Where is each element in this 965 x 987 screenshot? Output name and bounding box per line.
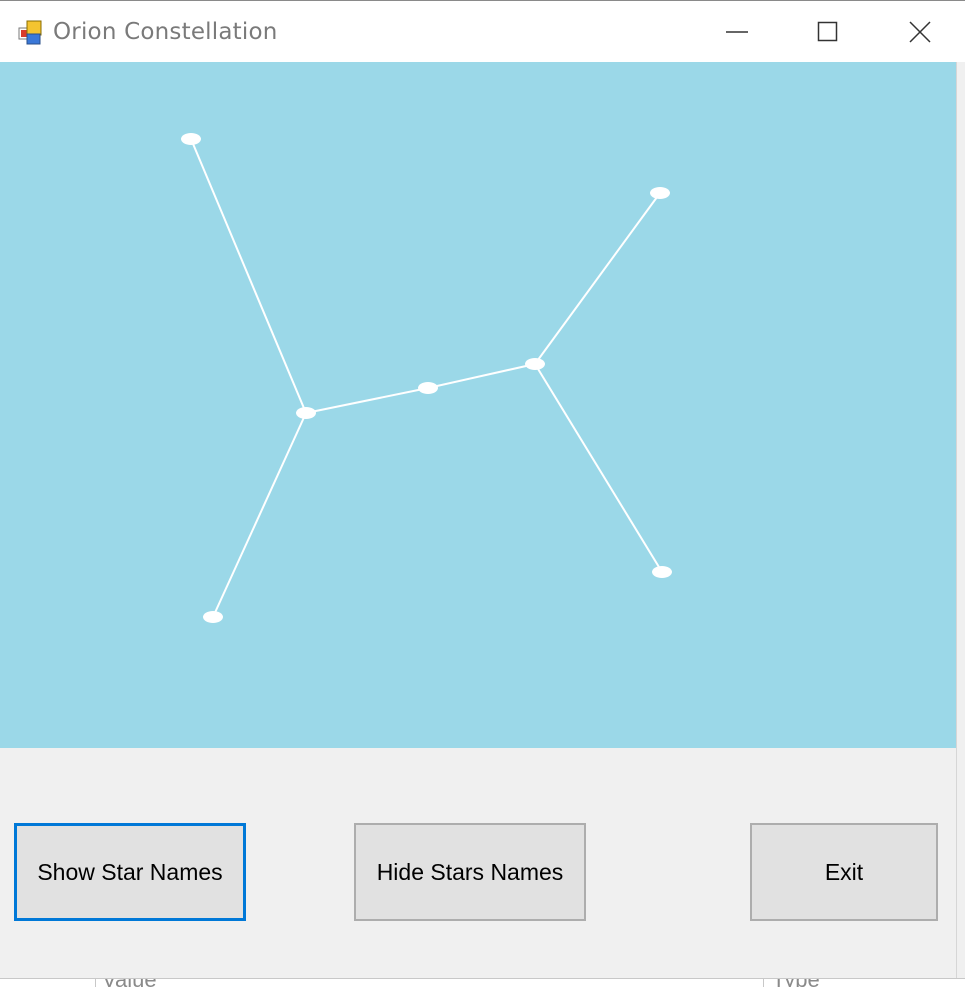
window-title: Orion Constellation <box>53 19 278 45</box>
constellation-stars <box>181 133 672 623</box>
window-right-edge <box>956 62 965 987</box>
star-point <box>652 566 672 578</box>
star-point <box>203 611 223 623</box>
star-point <box>525 358 545 370</box>
close-icon <box>909 21 931 43</box>
exit-button[interactable]: Exit <box>750 823 938 921</box>
constellation-line <box>190 138 307 414</box>
main-window: Orion Constellation Show Star Names Hide… <box>0 0 965 987</box>
constellation-canvas <box>0 62 956 748</box>
constellation-drawing <box>181 133 672 623</box>
maximize-icon <box>817 21 838 42</box>
constellation-line <box>212 412 307 618</box>
column-separator <box>95 979 96 987</box>
minimize-icon <box>726 31 748 33</box>
constellation-line <box>534 192 661 365</box>
minimize-button[interactable] <box>691 1 783 63</box>
title-bar[interactable]: Orion Constellation <box>0 0 965 62</box>
constellation-line <box>305 387 429 414</box>
star-point <box>650 187 670 199</box>
constellation-lines <box>190 138 663 618</box>
star-point <box>296 407 316 419</box>
maximize-button[interactable] <box>782 1 874 63</box>
app-icon <box>18 20 42 45</box>
star-point <box>418 382 438 394</box>
close-button[interactable] <box>874 1 965 63</box>
underlying-type-label: Type <box>772 979 820 987</box>
constellation-line <box>534 363 663 573</box>
column-separator <box>763 979 764 987</box>
underlying-value-label: Value <box>102 979 157 987</box>
show-star-names-button[interactable]: Show Star Names <box>14 823 246 921</box>
constellation-line <box>427 363 536 389</box>
star-point <box>181 133 201 145</box>
hide-star-names-button[interactable]: Hide Stars Names <box>354 823 586 921</box>
underlying-window-edge: Value Type <box>0 978 965 987</box>
